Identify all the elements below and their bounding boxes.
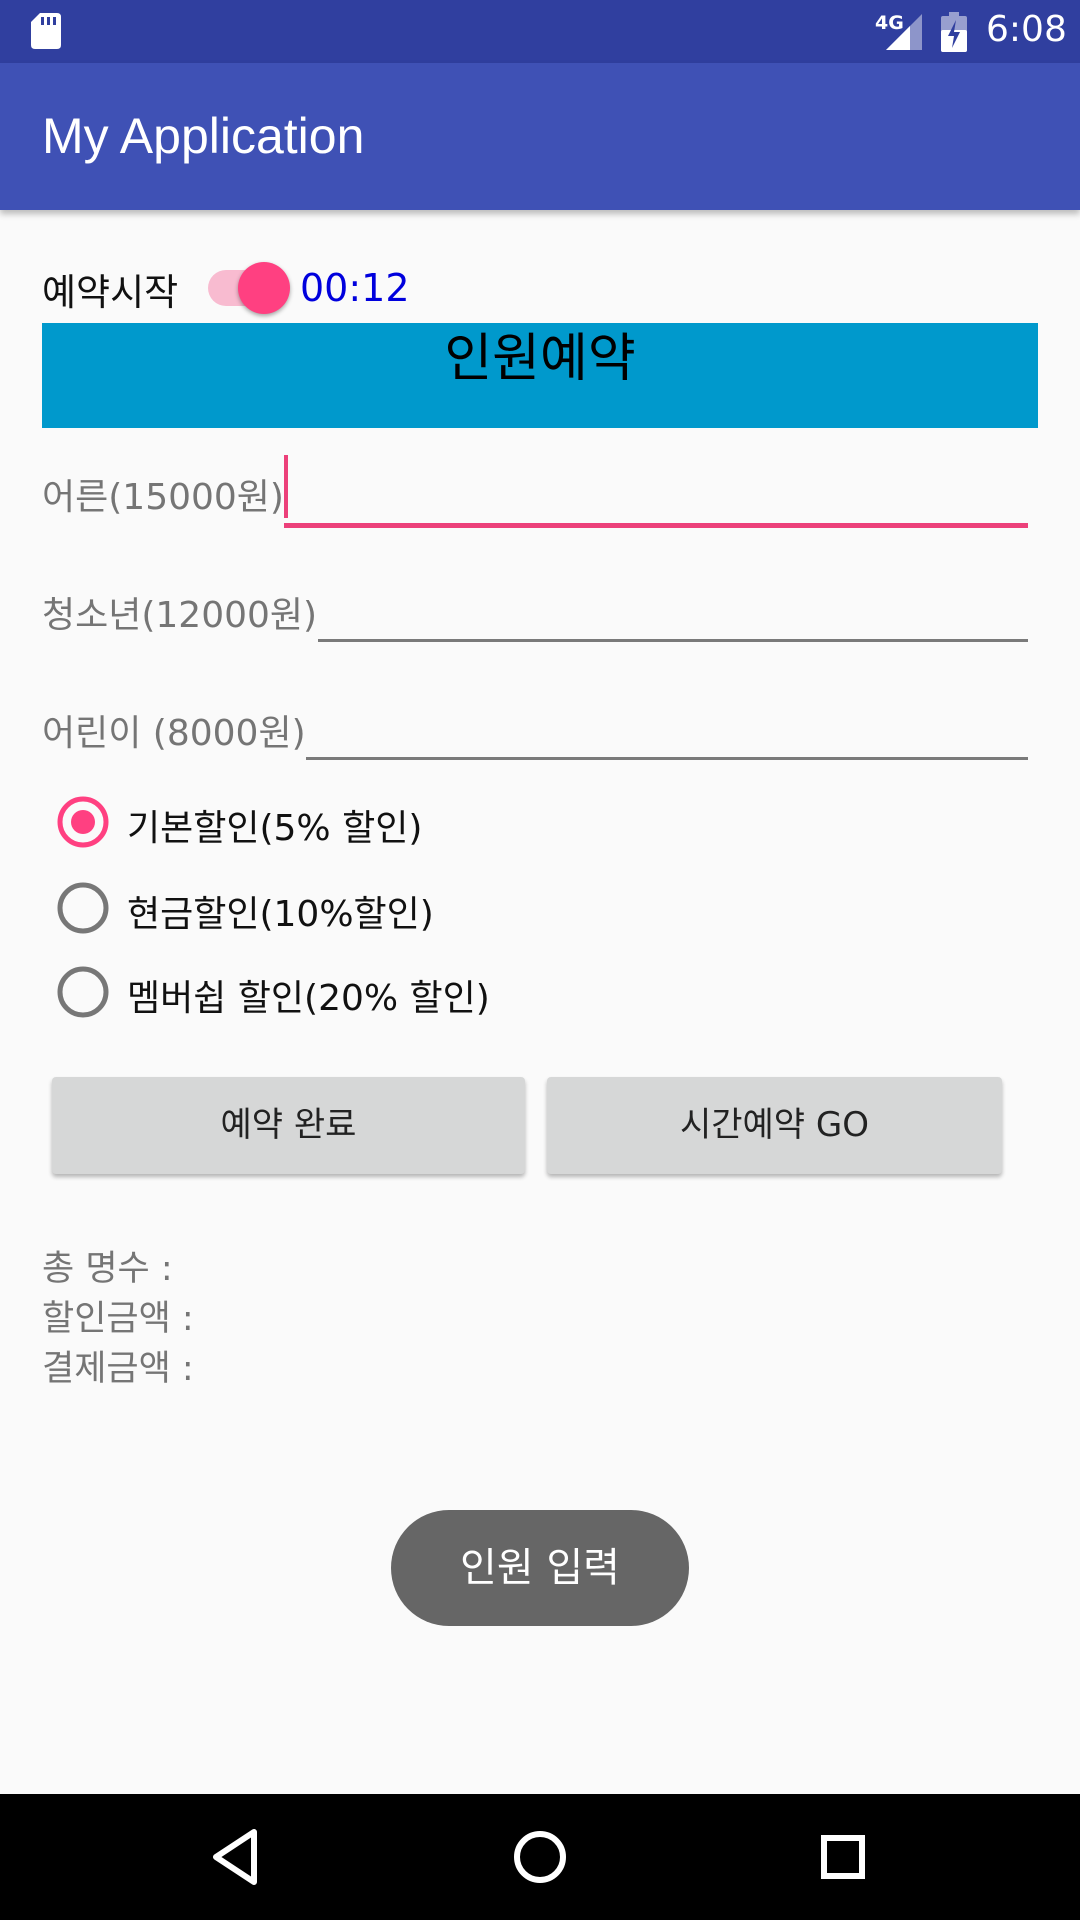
payment-amount-label: 결제금액 : [42, 1349, 194, 1389]
back-icon[interactable] [204, 1824, 270, 1890]
app-bar: My Application [0, 63, 1080, 210]
switch-thumb[interactable] [238, 262, 290, 314]
adult-input[interactable] [284, 450, 1028, 530]
time-reservation-button[interactable]: 시간예약 GO [547, 1077, 1002, 1174]
status-bar: 4G 6:08 [0, 0, 1080, 63]
discount-option-label[interactable]: 기본할인(5% 할인) [127, 799, 422, 851]
discount-option-label[interactable]: 현금할인(10%할인) [127, 885, 434, 937]
total-people-label: 총 명수 : [42, 1249, 173, 1289]
recents-icon[interactable] [810, 1824, 876, 1890]
youth-field-label: 청소년(12000원) [42, 595, 318, 636]
app-title: My Application [42, 108, 365, 164]
child-input[interactable] [306, 688, 1028, 760]
child-field-label: 어린이 (8000원) [42, 713, 306, 754]
radio-checked-icon[interactable] [57, 796, 109, 848]
radio-unchecked-icon[interactable] [57, 882, 109, 934]
signal-icon [886, 14, 922, 50]
home-icon[interactable] [507, 1824, 573, 1890]
battery-charging-icon [941, 12, 967, 52]
discount-option-label[interactable]: 멤버쉽 할인(20% 할인) [127, 969, 490, 1021]
youth-input-underline [318, 639, 1028, 642]
clock: 6:08 [986, 9, 1067, 50]
discount-amount-label: 할인금액 : [42, 1299, 194, 1339]
sd-card-icon [31, 13, 61, 49]
complete-reservation-button[interactable]: 예약 완료 [52, 1077, 525, 1174]
adult-field-label: 어른(15000원) [42, 477, 284, 518]
youth-input[interactable] [318, 570, 1028, 642]
reservation-banner: 인원예약 [42, 323, 1038, 428]
timer-display: 00:12 [300, 266, 410, 310]
adult-input-underline [284, 523, 1028, 528]
child-input-underline [306, 757, 1028, 760]
navigation-bar [0, 1794, 1080, 1920]
toast-message: 인원 입력 [391, 1510, 689, 1626]
reservation-switch-label: 예약시작 [42, 271, 179, 314]
radio-unchecked-icon[interactable] [57, 966, 109, 1018]
